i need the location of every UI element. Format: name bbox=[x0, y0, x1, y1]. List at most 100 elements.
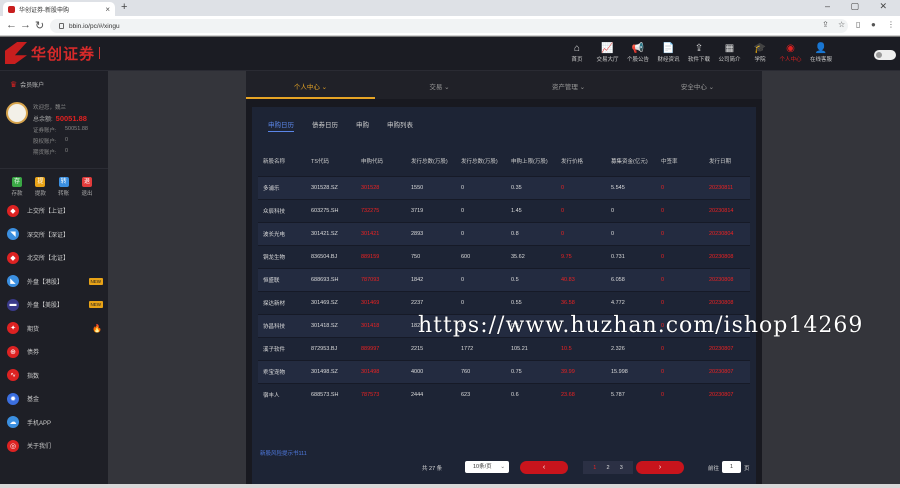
page-size-select[interactable]: 10条/页 ⌄ bbox=[465, 461, 509, 473]
total-balance: 总余额: 50051.88 bbox=[33, 114, 87, 123]
nav-support[interactable]: 👤 在线客服 bbox=[805, 43, 837, 63]
table-cell: 688573.SH bbox=[306, 382, 356, 406]
sidebar-item-7[interactable]: ∿ 指数 bbox=[0, 364, 108, 388]
table-row[interactable]: 铜龙生物 836504.BJ 889159 750 600 35.62 9.75 0.731 0… bbox=[258, 244, 750, 268]
prev-page-button[interactable]: ‹ bbox=[520, 461, 568, 474]
nav-academy[interactable]: 🎓 学院 bbox=[744, 43, 776, 63]
favicon-icon bbox=[8, 5, 15, 13]
sidebar-item-10[interactable]: ◎ 关于我们 bbox=[0, 434, 108, 458]
back-icon[interactable]: ← bbox=[6, 19, 17, 31]
nav-chart[interactable]: 📈 交易大厅 bbox=[592, 43, 624, 63]
panel-tab-0[interactable]: 申购日历 bbox=[268, 119, 294, 132]
menu-dots-icon[interactable]: ⋮ bbox=[887, 20, 895, 29]
table-cell: 760 bbox=[456, 359, 506, 383]
table-cell: 20230804 bbox=[704, 221, 750, 245]
sidebar-item-5[interactable]: ✦ 期货 🔥 bbox=[0, 317, 108, 341]
table-cell: 0.731 bbox=[606, 244, 656, 268]
sidebar-item-label: 指数 bbox=[27, 373, 40, 380]
greeting: 欢迎您，魏兰 bbox=[33, 105, 67, 111]
sidebar-item-0[interactable]: ◆ 上交所【上证】 bbox=[0, 199, 108, 223]
table-cell: 39.99 bbox=[556, 359, 606, 383]
page-number[interactable]: 3 bbox=[620, 465, 623, 471]
table-cell: 4.772 bbox=[606, 290, 656, 314]
menu-icon: ◆ bbox=[7, 204, 19, 217]
sidebar: ♛ 会员账户 欢迎您，魏兰 总余额: 50051.88 证券账户: 50051.88… bbox=[0, 71, 108, 488]
table-row[interactable]: 恒盛联 688693.SH 787093 1842 0 0.5 40.83 6.058 0 202… bbox=[258, 267, 750, 291]
quick-2[interactable]: 转转账 bbox=[53, 177, 75, 197]
sidebar-item-3[interactable]: ◣ 外盘【港股】 NEW bbox=[0, 270, 108, 294]
page-number[interactable]: 1 bbox=[593, 465, 596, 471]
table-row[interactable]: 乖宝宠物 301498.SZ 301498 4000 760 0.75 39.99 15.99… bbox=[258, 359, 750, 383]
nav-news[interactable]: 📄 财经资讯 bbox=[653, 43, 685, 63]
star-icon[interactable]: ☆ bbox=[838, 20, 845, 29]
sidebar-item-2[interactable]: ◆ 北交所【北证】 bbox=[0, 246, 108, 270]
sidebar-item-8[interactable]: ✹ 基金 bbox=[0, 387, 108, 411]
sidebar-item-label: 深交所【深证】 bbox=[27, 232, 70, 239]
menu-icon: ☁ bbox=[7, 416, 19, 429]
table-cell: 9.75 bbox=[556, 244, 606, 268]
table-row[interactable]: 多浦乐 301528.SZ 301528 1550 0 0.35 0 5.545 0 202308… bbox=[258, 175, 750, 199]
subnav-tab-0[interactable]: 个人中心 ⌄ bbox=[246, 81, 375, 91]
profile-icon[interactable]: ● bbox=[871, 20, 876, 29]
nav-user[interactable]: ◉ 个人中心 bbox=[775, 43, 807, 63]
panel-tab-1[interactable]: 债券日历 bbox=[312, 119, 338, 132]
nav-speaker[interactable]: 📢 个股公告 bbox=[622, 43, 654, 63]
nav-home[interactable]: ⌂ 首页 bbox=[561, 43, 593, 63]
panel-tabs: 申购日历 债券日历 申购 申购列表 bbox=[268, 119, 413, 132]
sidebar-item-4[interactable]: ▬ 外盘【美股】 NEW bbox=[0, 293, 108, 317]
account-row-label: 证券账户: bbox=[33, 128, 57, 134]
sidebar-item-6[interactable]: ⊕ 债券 bbox=[0, 340, 108, 364]
table-row[interactable]: 溪子软件 872953.BJ 889997 2215 1772 105.21 10.5 2.3… bbox=[258, 336, 750, 360]
quick-0[interactable]: 存存款 bbox=[6, 177, 28, 197]
subnav-tab-2[interactable]: 资产管理 ⌄ bbox=[504, 81, 633, 91]
table-cell: 1772 bbox=[456, 336, 506, 360]
quick-3[interactable]: 退退出 bbox=[76, 177, 98, 197]
total-value: 50051.88 bbox=[55, 114, 87, 123]
forward-icon[interactable]: → bbox=[20, 19, 31, 31]
table-row[interactable]: 众辰科技 603275.SH 732275 3719 0 1.45 0 0 0 20230814 bbox=[258, 198, 750, 222]
quick-label: 转账 bbox=[58, 191, 70, 197]
table-cell: 0 bbox=[656, 175, 704, 199]
table-row[interactable]: 波长光电 301421.SZ 301421 2893 0 0.8 0 0 0 20230804 bbox=[258, 221, 750, 245]
nav-download[interactable]: ⇪ 软件下载 bbox=[683, 43, 715, 63]
browser-tab[interactable]: 华创证券-新股申购 × bbox=[3, 2, 115, 16]
chevron-down-icon: ⌄ bbox=[706, 84, 715, 91]
page-number[interactable]: 2 bbox=[606, 465, 609, 471]
window-controls[interactable]: – ▢ ✕ bbox=[825, 1, 896, 12]
chevron-down-icon: ⌄ bbox=[577, 84, 586, 91]
subnav-tab-1[interactable]: 交易 ⌄ bbox=[375, 81, 504, 91]
risk-link[interactable]: 新股风险提示书111 bbox=[260, 449, 307, 457]
sidepanel-icon[interactable]: ▯ bbox=[856, 20, 860, 29]
url-field[interactable]: bbin.io/pc/#/xingu bbox=[50, 19, 848, 33]
account-row-label: 股权账户: bbox=[33, 139, 57, 145]
avatar[interactable] bbox=[6, 102, 28, 124]
new-tab-button[interactable]: + bbox=[121, 1, 127, 13]
subnav-tab-3[interactable]: 安全中心 ⌄ bbox=[633, 81, 762, 91]
sub-nav: 个人中心 ⌄ 交易 ⌄ 资产管理 ⌄ 安全中心 ⌄ bbox=[246, 71, 762, 99]
quick-1[interactable]: 提提款 bbox=[29, 177, 51, 197]
theme-toggle[interactable] bbox=[874, 50, 896, 60]
sidebar-item-9[interactable]: ☁ 手机APP bbox=[0, 411, 108, 435]
table-cell: 2893 bbox=[406, 221, 456, 245]
menu-icon: ⊕ bbox=[7, 345, 19, 358]
reload-icon[interactable]: ↻ bbox=[35, 19, 44, 32]
sidebar-item-label: 上交所【上证】 bbox=[27, 209, 70, 216]
table-row[interactable]: 探达新材 301469.SZ 301469 2237 0 0.55 36.58 4.772 0 2… bbox=[258, 290, 750, 314]
tab-close-icon[interactable]: × bbox=[105, 5, 110, 14]
nav-company[interactable]: ▦ 公司简介 bbox=[714, 43, 746, 63]
panel-tab-3[interactable]: 申购列表 bbox=[387, 119, 413, 132]
table-cell: 协昌科技 bbox=[258, 313, 306, 337]
menu-icon: ∿ bbox=[7, 369, 19, 382]
table-cell: 20230808 bbox=[704, 267, 750, 291]
toggle-knob bbox=[876, 52, 882, 58]
table-row[interactable]: 宿丰人 688573.SH 787573 2444 623 0.6 23.68 5.787 0 2… bbox=[258, 382, 750, 406]
sidebar-item-1[interactable]: ◥ 深交所【深证】 bbox=[0, 223, 108, 247]
pager-total: 共 27 条 bbox=[422, 466, 443, 472]
table-cell: 301418 bbox=[356, 313, 406, 337]
share-icon[interactable]: ⇪ bbox=[822, 20, 829, 29]
panel-tab-2[interactable]: 申购 bbox=[356, 119, 369, 132]
next-page-button[interactable]: › bbox=[636, 461, 684, 474]
goto-input[interactable]: 1 bbox=[722, 461, 741, 473]
table-cell: 0.5 bbox=[506, 267, 556, 291]
brand-logo[interactable]: 华创证券 bbox=[5, 42, 101, 64]
